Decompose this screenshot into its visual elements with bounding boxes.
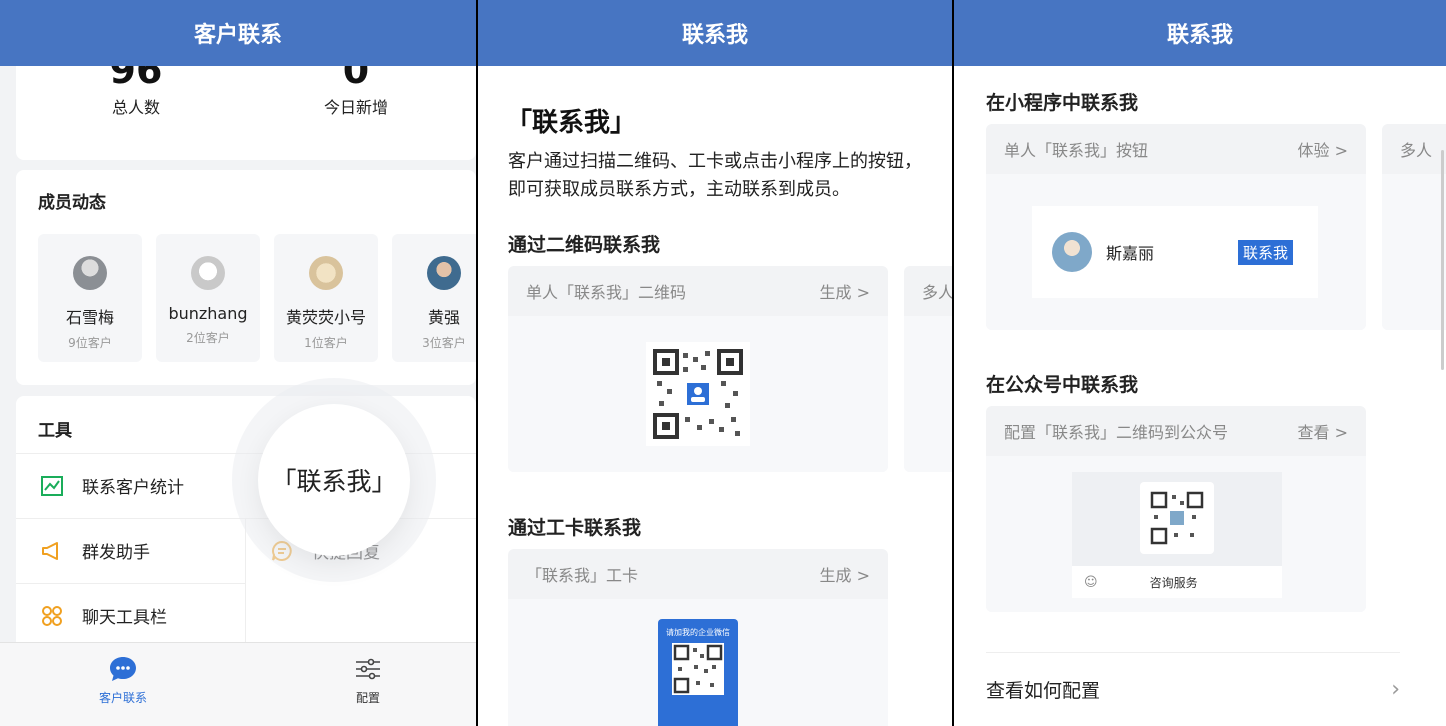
tools-card: 工具 联系客户统计 群发助手 快捷回复 聊天工具栏 — [16, 396, 476, 656]
scrollbar[interactable] — [1441, 150, 1444, 370]
demo-name: 斯嘉丽 — [1106, 244, 1155, 263]
chevron-right-icon: › — [1391, 677, 1400, 702]
single-button-card[interactable]: 单人「联系我」按钮 体验 > 斯嘉丽 联系我 — [986, 124, 1366, 330]
try-link[interactable]: 体验 > — [1298, 137, 1349, 161]
card-preview: 请加我的企业微信 — [508, 599, 888, 726]
card-header: 配置「联系我」二维码到公众号 查看 > — [986, 406, 1366, 456]
member-name: 黄强 — [427, 308, 460, 327]
avatar — [191, 256, 225, 290]
member-customer-count: 3位客户 — [422, 336, 466, 350]
toolbar-icon — [40, 604, 64, 628]
demo-contact-card: 斯嘉丽 联系我 — [1032, 206, 1318, 298]
tab-settings[interactable]: 配置 — [288, 655, 448, 706]
page-title: 联系我 — [478, 0, 952, 66]
stat-total-label: 总人数 — [111, 98, 160, 117]
avatar — [73, 256, 107, 290]
chat-bubble-icon — [109, 655, 137, 683]
view-link[interactable]: 查看 > — [1298, 419, 1349, 443]
generate-link[interactable]: 生成 > — [820, 279, 871, 303]
megaphone-icon — [40, 539, 64, 563]
customer-contact-panel: 客户联系 96 总人数 0 今日新增 成员动态 石雪梅 9位客户 bunzhan… — [0, 0, 476, 726]
howto-label: 查看如何配置 — [986, 680, 1101, 702]
qr-code-icon — [646, 342, 750, 446]
card-preview — [1382, 174, 1446, 330]
official-account-card[interactable]: 配置「联系我」二维码到公众号 查看 > ☺ 咨询服务 — [986, 406, 1366, 612]
card-header: 单人「联系我」按钮 体验 > — [986, 124, 1366, 174]
service-label: 咨询服务 — [1149, 575, 1198, 590]
member-customer-count: 9位客户 — [68, 336, 112, 350]
mp-config-label: 配置「联系我」二维码到公众号 — [1004, 423, 1229, 442]
generate-link[interactable]: 生成 > — [820, 562, 871, 586]
single-qr-label: 单人「联系我」二维码 — [526, 283, 687, 302]
work-card-card[interactable]: 「联系我」工卡 生成 > 请加我的企业微信 — [508, 549, 888, 726]
page-title: 联系我 — [954, 0, 1446, 66]
single-button-label: 单人「联系我」按钮 — [1004, 141, 1149, 160]
page-title: 客户联系 — [0, 0, 476, 66]
card-header: 多人 — [1382, 124, 1446, 174]
card-preview: 斯嘉丽 联系我 — [986, 174, 1366, 330]
tab-label: 客户联系 — [98, 691, 147, 705]
avatar — [309, 256, 343, 290]
tab-bar: 客户联系 配置 — [0, 642, 476, 726]
card-header: 「联系我」工卡 生成 > — [508, 549, 888, 599]
service-bar: ☺ 咨询服务 — [1072, 566, 1282, 598]
avatar — [1052, 232, 1092, 272]
member-customer-count: 1位客户 — [304, 336, 348, 350]
card-header: 多人 — [904, 266, 952, 316]
multi-qr-label: 多人 — [922, 283, 952, 302]
contact-me-panel: 联系我 「联系我」 客户通过扫描二维码、工卡或点击小程序上的按钮，即可获取成员联… — [478, 0, 952, 726]
tool-label: 联系客户统计 — [82, 478, 184, 498]
official-account-section-title: 在公众号中联系我 — [986, 374, 1139, 396]
member-card[interactable]: 黄荧荧小号 1位客户 — [274, 234, 378, 362]
multi-button-label: 多人 — [1400, 141, 1433, 160]
tool-mass-send-assistant[interactable]: 群发助手 — [16, 518, 246, 582]
member-card[interactable]: bunzhang 2位客户 — [156, 234, 260, 362]
tools-title: 工具 — [38, 421, 72, 441]
chart-icon — [40, 474, 64, 498]
tab-customer-contact[interactable]: 客户联系 — [43, 655, 203, 706]
member-activity-card: 成员动态 石雪梅 9位客户 bunzhang 2位客户 黄荧荧小号 1位客户 黄… — [16, 170, 476, 385]
avatar — [427, 256, 461, 290]
work-card-label: 「联系我」工卡 — [526, 566, 639, 585]
member-card[interactable]: 黄强 3位客户 — [392, 234, 476, 362]
mp-preview: ☺ 咨询服务 — [1072, 472, 1282, 598]
qr-code-icon — [672, 643, 724, 695]
card-preview: ☺ 咨询服务 — [986, 456, 1366, 612]
work-card-image: 请加我的企业微信 — [658, 619, 738, 726]
contact-me-description: 客户通过扫描二维码、工卡或点击小程序上的按钮，即可获取成员联系方式，主动联系到成… — [508, 151, 922, 200]
card-preview — [508, 316, 888, 472]
member-customer-count: 2位客户 — [186, 331, 230, 345]
magnifier-text: 「联系我」 — [271, 467, 397, 496]
tab-label: 配置 — [355, 691, 380, 705]
tool-chat-toolbar[interactable]: 聊天工具栏 — [16, 583, 246, 647]
member-activity-title: 成员动态 — [38, 193, 106, 213]
member-card[interactable]: 石雪梅 9位客户 — [38, 234, 142, 362]
qr-section-title: 通过二维码联系我 — [508, 234, 661, 256]
divider — [245, 518, 246, 656]
robot-icon: ☺ — [1084, 574, 1098, 590]
card-header: 单人「联系我」二维码 生成 > — [508, 266, 888, 316]
sliders-icon — [354, 655, 382, 683]
contact-me-config-panel: 联系我 在小程序中联系我 单人「联系我」按钮 体验 > 斯嘉丽 联系我 多人 在… — [954, 0, 1446, 726]
qr-code-icon — [1140, 482, 1214, 554]
contact-me-magnifier[interactable]: 「联系我」 — [258, 404, 410, 556]
multi-button-card[interactable]: 多人 — [1382, 124, 1446, 330]
multi-qr-card[interactable]: 多人 — [904, 266, 952, 472]
member-name: 石雪梅 — [65, 308, 114, 327]
card-preview — [904, 316, 952, 472]
work-card-section-title: 通过工卡联系我 — [508, 517, 642, 539]
tool-label: 群发助手 — [82, 543, 150, 563]
contact-me-heading: 「联系我」 — [506, 108, 637, 138]
single-qr-card[interactable]: 单人「联系我」二维码 生成 > — [508, 266, 888, 472]
work-card-caption: 请加我的企业微信 — [666, 628, 730, 637]
tool-label: 聊天工具栏 — [82, 608, 167, 628]
contact-me-button[interactable]: 联系我 — [1238, 240, 1294, 265]
member-name: bunzhang — [168, 304, 248, 323]
how-to-configure-link[interactable]: 查看如何配置 › — [986, 652, 1400, 726]
mini-program-section-title: 在小程序中联系我 — [986, 92, 1139, 114]
stat-today-label: 今日新增 — [323, 98, 388, 117]
member-name: 黄荧荧小号 — [285, 308, 366, 327]
